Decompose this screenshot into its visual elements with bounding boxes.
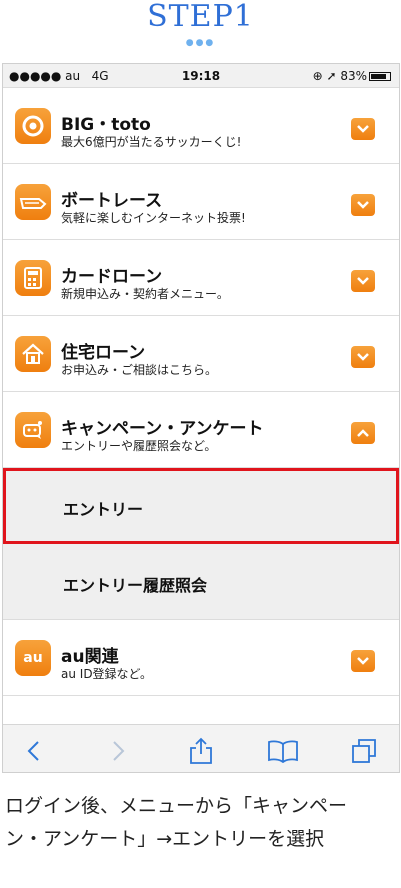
chevron-down-icon[interactable]	[351, 270, 375, 292]
menu-item-subtitle: au ID登録など。	[61, 667, 152, 681]
chevron-up-icon[interactable]	[351, 422, 375, 444]
menu-item-title: au関連	[61, 647, 119, 667]
submenu-entry-history-label: エントリー履歴照会	[63, 576, 208, 595]
step-dots: ●●●	[185, 38, 216, 48]
phone-screenshot: ●●●●● au 4G 19:18 ⊕ ➚ 83% BIG・toto 最大6億円…	[2, 63, 400, 773]
soccer-ball-icon	[15, 108, 51, 144]
back-icon[interactable]	[17, 737, 49, 765]
menu-item-subtitle: 気軽に楽しむインターネット投票!	[61, 211, 246, 225]
step-title: STEP1	[147, 0, 254, 34]
house-icon	[15, 336, 51, 372]
status-bar: ●●●●● au 4G 19:18 ⊕ ➚ 83%	[3, 64, 399, 88]
menu-item-housing-loan[interactable]: 住宅ローン お申込み・ご相談はこちら。	[3, 316, 399, 392]
caption: ログイン後、メニューから「キャンペー ン・アンケート」→エントリーを選択	[5, 790, 397, 856]
submenu-entry[interactable]: エントリー	[3, 468, 399, 544]
menu-list: BIG・toto 最大6億円が当たるサッカーくじ! ボートレース 気軽に楽しむイ…	[3, 88, 399, 696]
menu-item-subtitle: お申込み・ご相談はこちら。	[61, 363, 218, 377]
menu-item-title: カードローン	[61, 267, 163, 287]
menu-item-campaign[interactable]: キャンペーン・アンケート エントリーや履歴照会など。	[3, 392, 399, 468]
menu-item-title: BIG・toto	[61, 115, 151, 135]
caption-line-1: ログイン後、メニューから「キャンペー	[5, 795, 348, 817]
boat-icon	[15, 184, 51, 220]
chevron-down-icon[interactable]	[351, 650, 375, 672]
menu-item-boat-race[interactable]: ボートレース 気軽に楽しむインターネット投票!	[3, 164, 399, 240]
menu-item-card-loan[interactable]: カードローン 新規申込み・契約者メニュー。	[3, 240, 399, 316]
menu-item-title: キャンペーン・アンケート	[61, 419, 264, 439]
battery-icon	[369, 72, 391, 81]
forward-icon[interactable]	[103, 737, 135, 765]
menu-item-big-toto[interactable]: BIG・toto 最大6億円が当たるサッカーくじ!	[3, 88, 399, 164]
calculator-icon	[15, 260, 51, 296]
menu-item-subtitle: 新規申込み・契約者メニュー。	[61, 287, 229, 301]
submenu-entry-history[interactable]: エントリー履歴照会	[3, 544, 399, 620]
chevron-down-icon[interactable]	[351, 194, 375, 216]
menu-item-title: ボートレース	[61, 191, 163, 211]
menu-item-au[interactable]: au au関連 au ID登録など。	[3, 620, 399, 696]
bookmarks-icon[interactable]	[267, 737, 299, 765]
submenu-entry-label: エントリー	[63, 500, 144, 519]
status-indicators: ⊕ ➚ 83%	[313, 69, 391, 83]
share-icon[interactable]	[185, 737, 217, 765]
menu-item-subtitle: エントリーや履歴照会など。	[61, 439, 217, 453]
campaign-icon	[15, 412, 51, 448]
tabs-icon[interactable]	[349, 737, 381, 765]
chevron-down-icon[interactable]	[351, 346, 375, 368]
au-icon: au	[15, 640, 51, 676]
browser-toolbar	[3, 724, 399, 772]
caption-line-2: ン・アンケート」→エントリーを選択	[5, 828, 325, 850]
menu-item-title: 住宅ローン	[61, 343, 146, 363]
chevron-down-icon[interactable]	[351, 118, 375, 140]
menu-item-subtitle: 最大6億円が当たるサッカーくじ!	[61, 135, 242, 149]
